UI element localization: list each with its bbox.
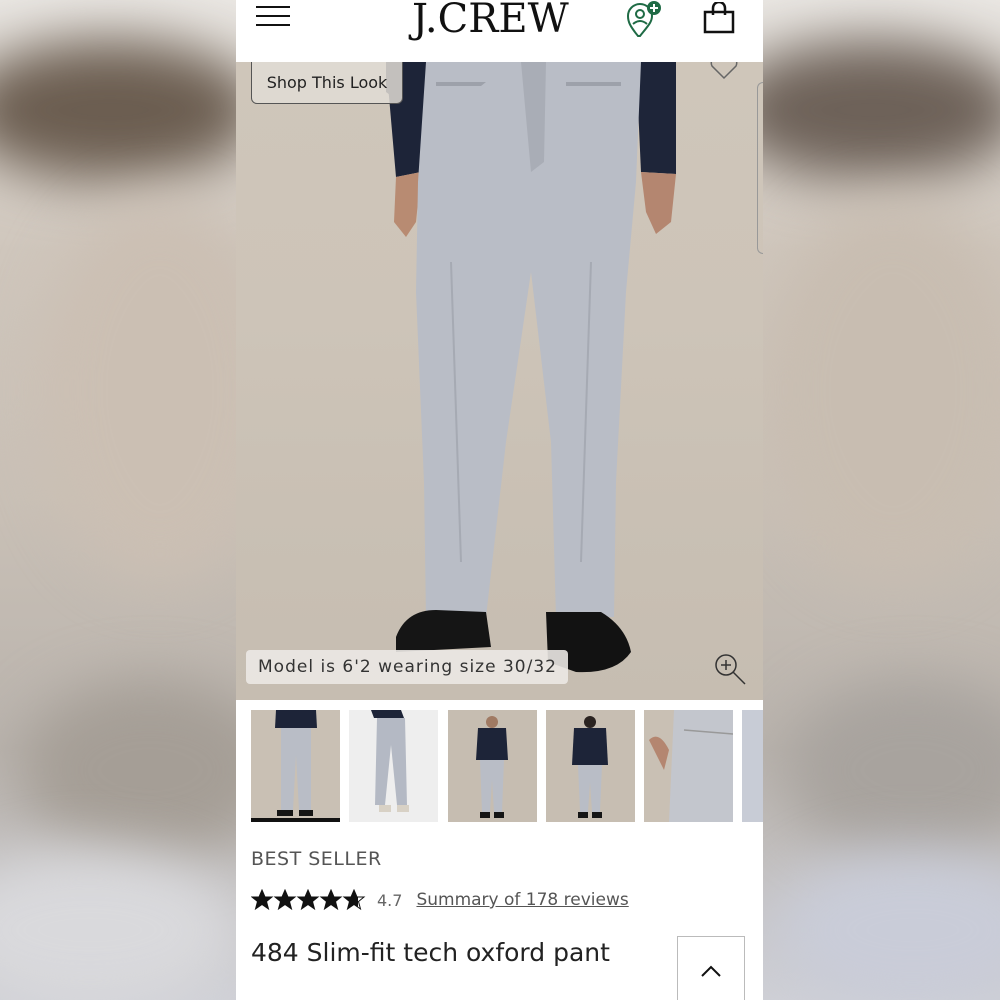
site-header: J.CREW (236, 0, 763, 62)
shopping-bag-icon[interactable] (702, 2, 736, 34)
thumbnail-image[interactable] (349, 710, 438, 822)
image-scroll-tab[interactable] (757, 82, 763, 254)
thumbnail-image[interactable] (546, 710, 635, 822)
rating-value: 4.7 (377, 890, 403, 910)
mobile-page: J.CREW Shop This Look Model is 6'2 weari… (236, 0, 763, 1000)
rating-row: 4.7 Summary of 178 reviews (251, 886, 629, 914)
best-seller-badge: BEST SELLER (251, 848, 382, 870)
model-photo (386, 62, 676, 673)
selected-indicator (251, 818, 340, 822)
reviews-summary-link[interactable]: Summary of 178 reviews (416, 890, 628, 910)
blurred-background-left (0, 0, 236, 1000)
model-size-note: Model is 6'2 wearing size 30/32 (246, 650, 568, 684)
stars-icon (251, 889, 366, 911)
account-location-icon[interactable] (624, 0, 664, 40)
shop-this-look-button[interactable]: Shop This Look (251, 62, 403, 104)
star-rating (251, 889, 367, 911)
blurred-background-right (763, 0, 1000, 1000)
product-title: 484 Slim-fit tech oxford pant (251, 938, 610, 967)
back-to-top-button[interactable] (677, 936, 745, 1000)
thumbnail-image[interactable] (251, 710, 340, 822)
thumbnail-image[interactable] (742, 710, 763, 822)
thumbnail-image[interactable] (644, 710, 733, 822)
brand-logo[interactable]: J.CREW (412, 0, 569, 42)
heart-icon[interactable] (709, 62, 739, 80)
thumbnail-strip (236, 700, 763, 825)
zoom-in-icon[interactable] (713, 652, 747, 686)
hamburger-menu-icon[interactable] (256, 6, 290, 26)
product-main-image[interactable]: Shop This Look Model is 6'2 wearing size… (236, 62, 763, 700)
thumbnail-image[interactable] (448, 710, 537, 822)
chevron-up-icon (701, 965, 721, 977)
